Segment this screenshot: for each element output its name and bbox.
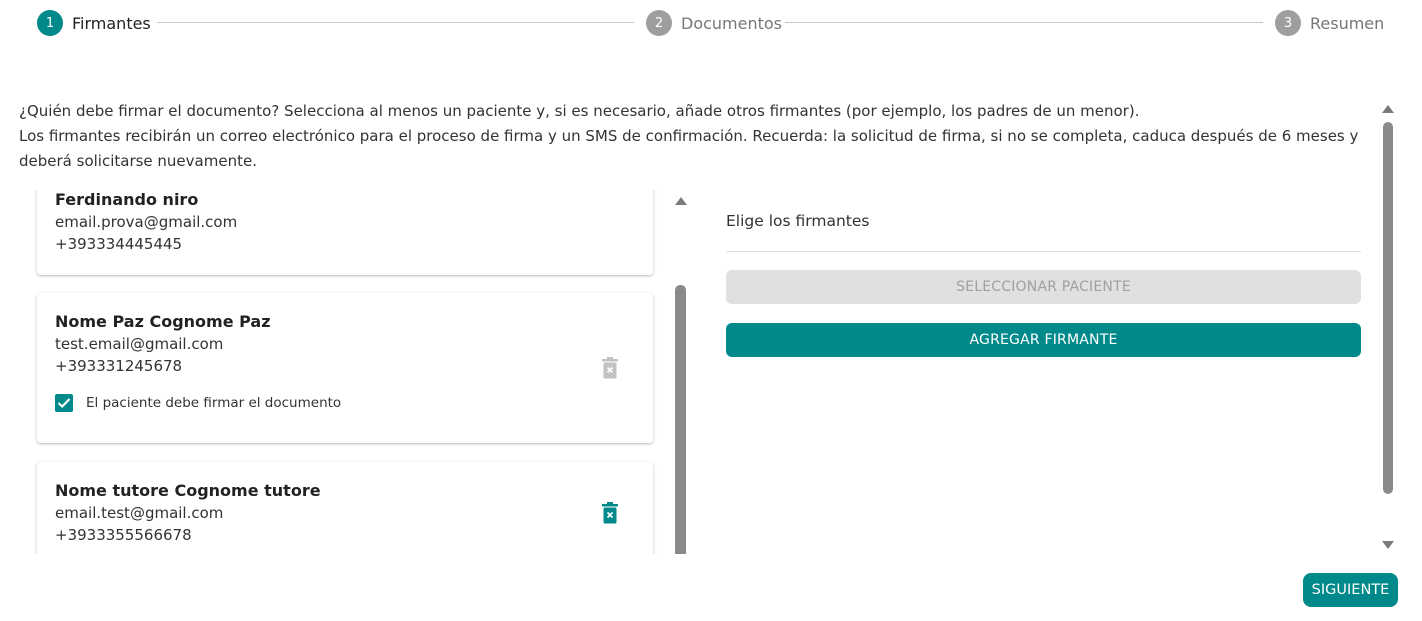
page-scroll-up-arrow[interactable] [1382,105,1394,113]
step-label-firmantes: Firmantes [72,13,151,33]
signer-phone: +393334445445 [55,235,183,253]
signer-name: Ferdinando niro [55,190,199,209]
choose-signers-panel: Elige los firmantes SELECCIONAR PACIENTE… [726,207,1361,357]
signer-card: Nome tutore Cognome tutore email.test@gm… [37,462,653,554]
step-documentos[interactable]: 2 Documentos [646,9,782,37]
step-connector [785,22,1263,23]
add-signer-button[interactable]: AGREGAR FIRMANTE [726,323,1361,357]
signer-name: Nome Paz Cognome Paz [55,312,271,331]
next-button[interactable]: SIGUIENTE [1303,573,1398,607]
delete-signer-icon[interactable] [601,357,619,379]
signer-phone: +3933355566678 [55,526,192,544]
signer-email: email.test@gmail.com [55,504,224,522]
signer-card: Ferdinando niro email.prova@gmail.com +3… [37,190,653,275]
step-label-documentos: Documentos [681,13,783,33]
stepper: 1 Firmantes 2 Documentos 3 Resumen [37,9,1387,37]
signer-phone: +393331245678 [55,357,183,375]
step-number-3: 3 [1275,10,1301,36]
step-resumen[interactable]: 3 Resumen [1275,9,1384,37]
signer-email: email.prova@gmail.com [55,213,238,231]
signer-card: Nome Paz Cognome Paz test.email@gmail.co… [37,293,653,443]
step-connector [157,22,634,23]
step-firmantes[interactable]: 1 Firmantes [37,9,151,37]
choose-signers-title: Elige los firmantes [726,212,870,230]
divider [726,251,1361,252]
patient-must-sign-checkbox[interactable] [55,394,73,412]
list-scrollbar-thumb[interactable] [675,285,686,554]
signer-list: Ferdinando niro email.prova@gmail.com +3… [19,190,689,554]
step-number-1: 1 [37,10,63,36]
signer-email: test.email@gmail.com [55,335,224,353]
intro-text: ¿Quién debe firmar el documento? Selecci… [19,99,1381,174]
select-patient-button[interactable]: SELECCIONAR PACIENTE [726,270,1361,304]
patient-must-sign-label: El paciente debe firmar el documento [86,395,342,411]
step-label-resumen: Resumen [1310,13,1385,33]
delete-signer-icon[interactable] [601,502,619,524]
patient-must-sign-row[interactable]: El paciente debe firmar el documento [55,394,635,412]
page-scrollbar-thumb[interactable] [1383,122,1393,494]
intro-line-1: ¿Quién debe firmar el documento? Selecci… [19,102,1140,120]
signer-name: Nome tutore Cognome tutore [55,481,321,500]
step-number-2: 2 [646,10,672,36]
page-scroll-down-arrow[interactable] [1382,541,1394,549]
list-scroll-up-arrow[interactable] [675,197,687,205]
intro-line-2: Los firmantes recibirán un correo electr… [19,127,1359,170]
